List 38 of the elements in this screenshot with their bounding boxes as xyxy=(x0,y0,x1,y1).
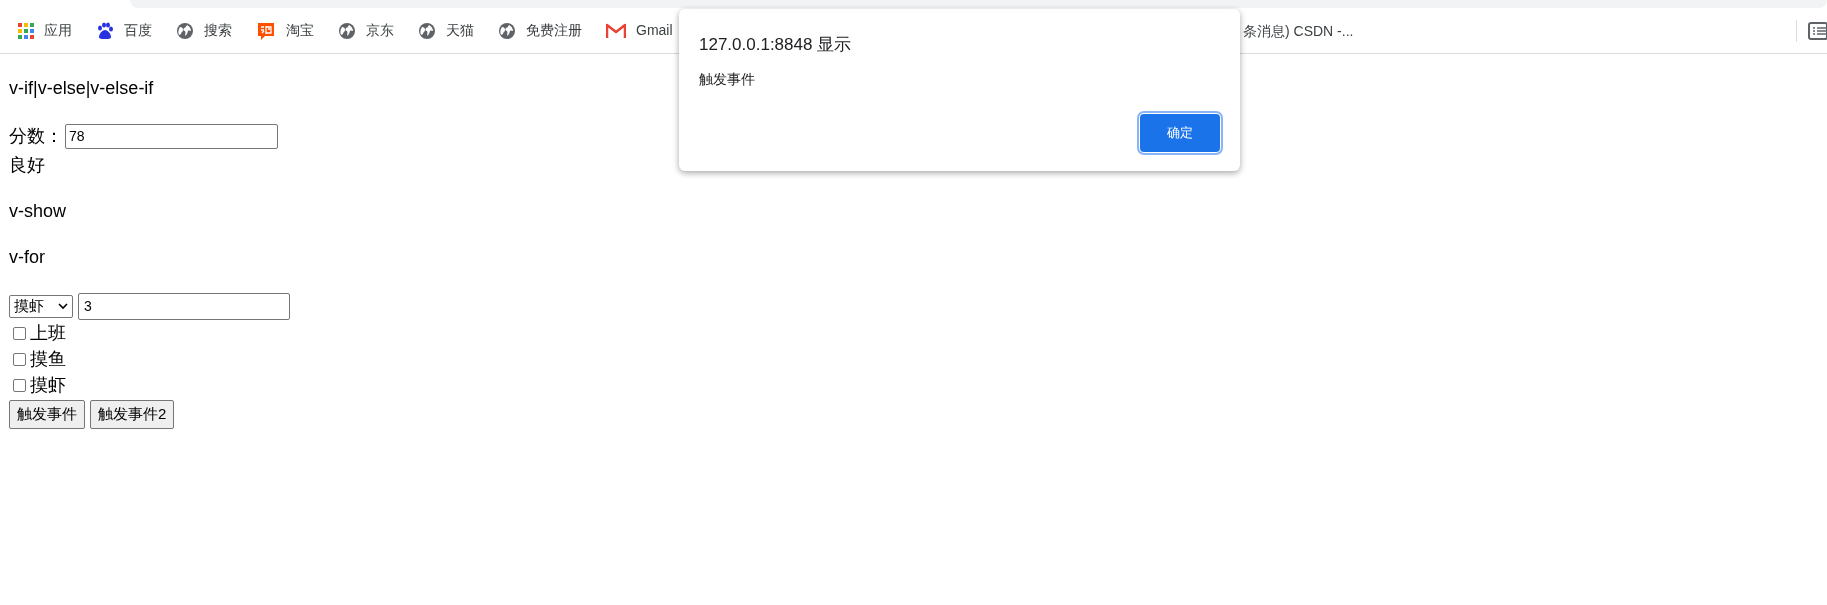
score-field[interactable]: 78 xyxy=(65,123,278,149)
checkbox[interactable] xyxy=(13,352,26,366)
bookmark[interactable]: 百度 xyxy=(96,16,152,45)
checkbox-label: 摸虾 xyxy=(30,373,66,397)
dialog-message: 触发事件 xyxy=(699,70,756,89)
section-heading: v-for xyxy=(9,246,45,269)
chevron-down-icon xyxy=(58,302,68,310)
bookmark[interactable]: Gmail xyxy=(606,16,673,45)
checkbox-label: 上班 xyxy=(30,321,66,345)
paw-icon xyxy=(96,21,114,40)
bookmark[interactable]: 京东 xyxy=(338,16,394,45)
dialog-title: 127.0.0.1:8848 显示 xyxy=(699,34,853,56)
bookmark[interactable]: 免费注册 xyxy=(498,16,582,45)
checkbox[interactable] xyxy=(13,326,26,340)
bookmark[interactable]: 应用 xyxy=(18,16,72,45)
grade-text: 良好 xyxy=(9,154,45,177)
globe-icon xyxy=(338,21,356,40)
speech-badge-icon xyxy=(256,20,276,41)
bookmark[interactable]: 搜索 xyxy=(176,16,232,45)
trigger-button[interactable]: 触发事件2 xyxy=(90,400,175,429)
reading-list-icon[interactable] xyxy=(1808,22,1827,40)
trigger-button[interactable]: 触发事件 xyxy=(9,400,85,429)
section-heading: v-if|v-else|v-else-if xyxy=(9,77,154,100)
mail-icon xyxy=(606,22,626,39)
ok-button[interactable]: 确定 xyxy=(1140,114,1220,152)
apps-grid-icon xyxy=(18,22,34,39)
bookmark[interactable]: 天猫 xyxy=(418,16,474,45)
section-heading: v-show xyxy=(9,200,66,223)
checkbox[interactable] xyxy=(13,378,26,392)
bookmark[interactable]: 淘宝 xyxy=(256,16,314,45)
globe-icon xyxy=(418,21,436,40)
globe-icon xyxy=(176,21,194,40)
score-label: 分数： xyxy=(9,124,63,148)
checkbox-label: 摸鱼 xyxy=(30,347,66,371)
globe-icon xyxy=(498,21,516,40)
dropdown[interactable]: 摸虾 xyxy=(9,294,73,318)
bookmark[interactable]: 条消息) CSDN -... xyxy=(1243,17,1354,45)
count-field[interactable]: 3 xyxy=(78,292,290,320)
